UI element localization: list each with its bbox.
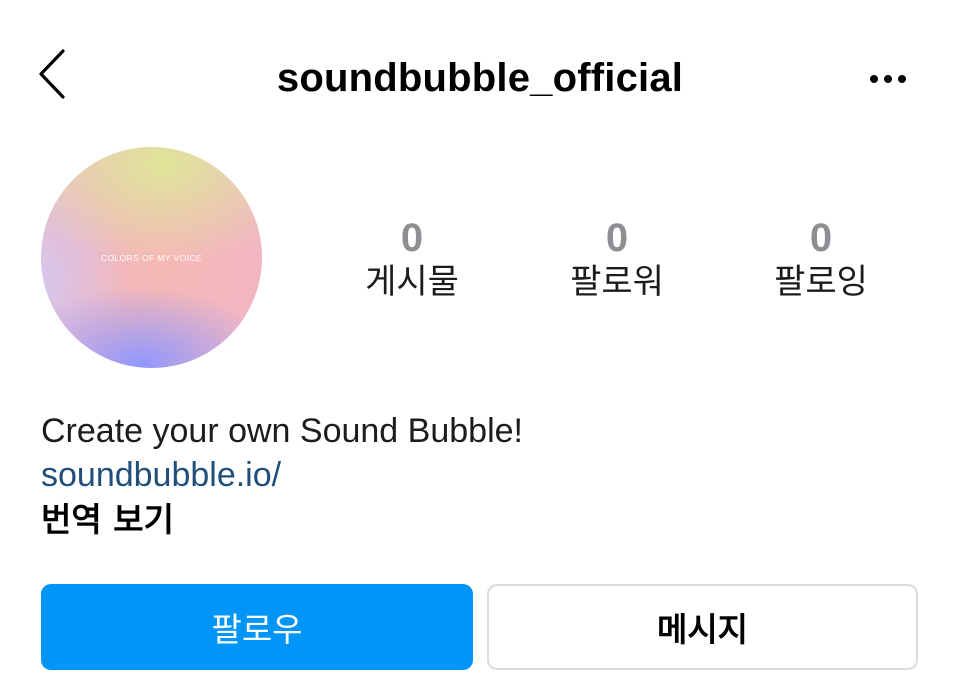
- stat-posts[interactable]: 0 게시물: [342, 216, 482, 302]
- avatar-text: COLORS OF MY VOICE: [100, 252, 203, 263]
- profile-bio: Create your own Sound Bubble!: [41, 412, 523, 450]
- followers-count: 0: [605, 216, 629, 260]
- profile-link[interactable]: soundbubble.io/: [41, 453, 281, 497]
- following-count: 0: [809, 216, 833, 260]
- posts-label: 게시물: [365, 262, 459, 302]
- more-options-button[interactable]: [862, 60, 914, 100]
- translate-link[interactable]: 번역 보기: [41, 498, 174, 542]
- posts-count: 0: [400, 216, 424, 260]
- stat-followers[interactable]: 0 팔로워: [547, 216, 687, 302]
- following-label: 팔로잉: [774, 262, 868, 302]
- profile-header: soundbubble_official: [0, 0, 960, 160]
- stat-following[interactable]: 0 팔로잉: [751, 216, 891, 302]
- page-title: soundbubble_official: [276, 56, 684, 100]
- more-horizontal-icon: [868, 71, 908, 89]
- follow-button[interactable]: 팔로우: [41, 584, 473, 670]
- message-button[interactable]: 메시지: [487, 584, 918, 670]
- avatar[interactable]: COLORS OF MY VOICE: [41, 147, 262, 368]
- followers-label: 팔로워: [570, 262, 664, 302]
